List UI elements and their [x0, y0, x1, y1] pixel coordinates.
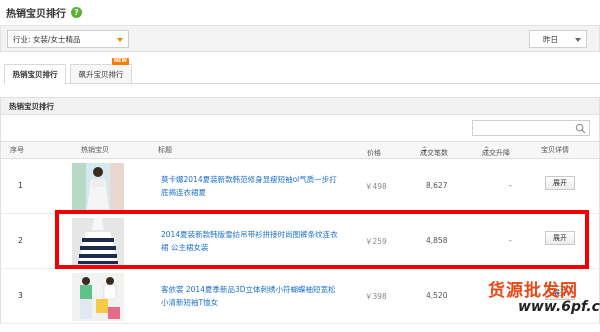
row-index: 3	[18, 291, 23, 300]
sold-count: 4,520	[426, 291, 448, 300]
trend-value: -	[509, 236, 512, 245]
table-row: 2 2014夏装新款韩版雪纺吊带衫拼接时尚图裤条纹连衣裙 公主裙女装 ￥259 …	[0, 214, 600, 269]
search-icon[interactable]	[575, 123, 586, 134]
row-index: 1	[18, 181, 23, 190]
new-badge: NEW	[111, 58, 129, 65]
product-price: ￥498	[365, 182, 387, 191]
question-circle-icon[interactable]: ?	[71, 6, 82, 18]
tab-rising-items[interactable]: 飙升宝贝排行 NEW	[70, 58, 132, 84]
col-title: 标题	[158, 146, 172, 154]
col-trend-sortable[interactable]: 成交升降	[482, 145, 510, 157]
product-price: ￥259	[365, 237, 387, 246]
product-title-link[interactable]: 2014夏装新款韩版雪纺吊带衫拼接时尚图裤条纹连衣裙 公主裙女装	[161, 228, 341, 254]
col-detail: 宝贝详情	[541, 146, 569, 154]
filter-bar: 行业: 女装/女士精品 昨日	[0, 25, 600, 52]
col-item: 热销宝贝	[81, 146, 109, 154]
tab-label: 热销宝贝排行	[12, 70, 58, 79]
product-thumbnail[interactable]	[72, 273, 124, 321]
search-row	[0, 115, 600, 141]
search-input[interactable]	[472, 120, 590, 136]
table-row: 1 莫卡娜2014夏装新款韩范修身显瘦短袖ol气质一步打底揭连衣裙夏 ￥498 …	[0, 159, 600, 214]
col-sold-sortable[interactable]: 成交笔数	[420, 145, 448, 157]
product-thumbnail[interactable]	[72, 163, 124, 211]
chevron-down-icon	[575, 38, 581, 42]
expand-button[interactable]: 展开	[545, 176, 575, 190]
trend-value: -	[509, 181, 512, 190]
watermark-line1: 货源批发网	[488, 281, 578, 301]
sold-count: 8,627	[426, 181, 448, 190]
row-index: 2	[18, 236, 23, 245]
expand-button[interactable]: 展开	[545, 231, 575, 245]
page-title-text: 热销宝贝排行	[6, 8, 66, 20]
product-title-link[interactable]: 客依裳 2014夏季新品3D立体刺绣小符蝴蝶袖短宽松小清新短袖T恤女	[161, 283, 341, 309]
watermark-line2: www.6pf.cn	[518, 299, 600, 315]
chevron-down-icon	[117, 38, 123, 42]
industry-select[interactable]: 行业: 女装/女士精品	[7, 30, 129, 48]
col-index: 序号	[10, 146, 24, 154]
page-title: 热销宝贝排行 ?	[6, 3, 82, 21]
product-price: ￥398	[365, 292, 387, 301]
section-title: 热销宝贝排行	[9, 101, 54, 111]
section-header: 热销宝贝排行	[0, 97, 600, 115]
date-select-value: 昨日	[543, 34, 558, 44]
date-select[interactable]: 昨日	[529, 30, 587, 48]
watermark: 货源批发网 www.6pf.cn	[488, 276, 600, 332]
tab-hot-items[interactable]: 热销宝贝排行	[4, 64, 66, 85]
sold-count: 4,858	[426, 236, 448, 245]
tab-label: 飙升宝贝排行	[78, 69, 124, 79]
tab-bar: 热销宝贝排行 飙升宝贝排行 NEW	[4, 58, 600, 85]
table-header: 序号 热销宝贝 标题 价格 成交笔数 成交升降 宝贝详情	[0, 141, 600, 159]
industry-label: 行业: 女装/女士精品	[13, 34, 81, 44]
product-title-link[interactable]: 莫卡娜2014夏装新款韩范修身显瘦短袖ol气质一步打底揭连衣裙夏	[161, 173, 341, 199]
product-thumbnail[interactable]	[72, 218, 124, 266]
